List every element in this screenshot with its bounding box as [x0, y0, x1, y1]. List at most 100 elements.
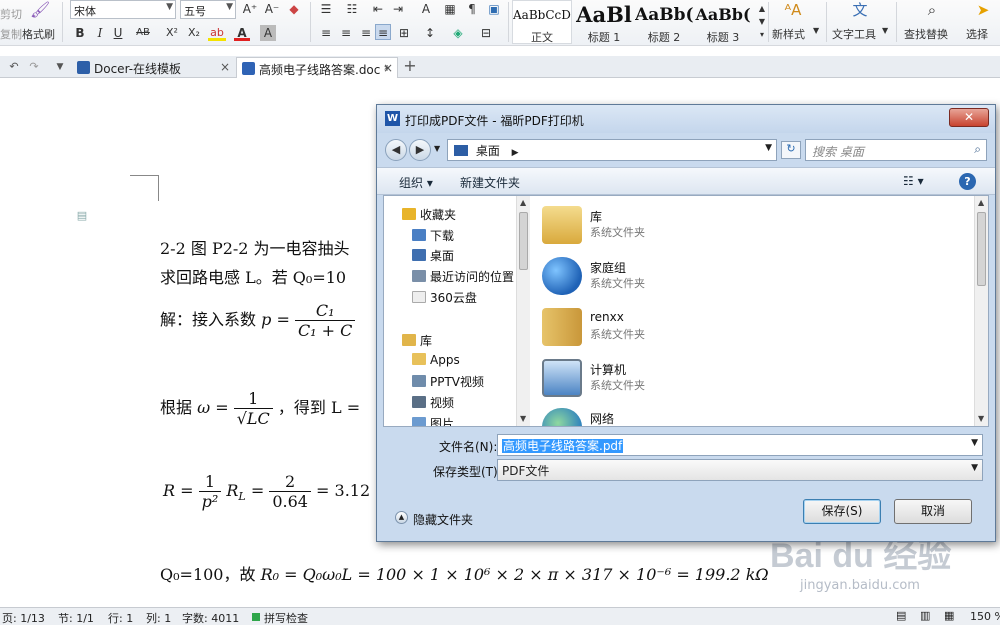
- view-options-icon[interactable]: ☷ ▾: [903, 174, 924, 188]
- tab-menu-chevron-icon[interactable]: ▼: [52, 59, 68, 75]
- chevron-up-icon[interactable]: ▲: [395, 511, 408, 524]
- style-heading-1[interactable]: AaBl 标题 1: [574, 0, 634, 44]
- nav-item-favorites[interactable]: 收藏夹: [402, 206, 456, 226]
- new-folder-button[interactable]: 新建文件夹: [460, 174, 520, 191]
- organize-button[interactable]: 组织 ▾: [399, 174, 433, 191]
- bullet-list-icon[interactable]: ☰: [318, 1, 334, 17]
- font-color-button[interactable]: A: [234, 25, 250, 41]
- chevron-down-icon[interactable]: ▼: [971, 438, 978, 448]
- nav-item-downloads[interactable]: 下载: [412, 227, 454, 247]
- shading-icon[interactable]: ◈: [450, 25, 466, 41]
- web-view-icon[interactable]: ▦: [944, 609, 954, 622]
- justify-icon[interactable]: ≡: [375, 24, 391, 40]
- scroll-up-icon[interactable]: ▲: [520, 198, 526, 207]
- align-right-icon[interactable]: ≡: [358, 25, 374, 41]
- grow-font-button[interactable]: A⁺: [242, 1, 258, 17]
- scroll-down-icon[interactable]: ▼: [978, 414, 984, 423]
- dialog-title-bar[interactable]: W 打印成PDF文件 - 福昕PDF打印机 ✕: [377, 105, 995, 133]
- help-icon[interactable]: ?: [959, 173, 976, 190]
- find-replace-button[interactable]: 查找替换: [904, 26, 948, 42]
- close-tab-icon[interactable]: ×: [383, 61, 393, 75]
- scroll-up-icon[interactable]: ▲: [978, 198, 984, 207]
- tab-docer-templates[interactable]: Docer-在线模板 ×: [72, 57, 234, 78]
- number-list-icon[interactable]: ☷: [344, 1, 360, 17]
- nav-item-360-cloud[interactable]: 360云盘: [412, 289, 477, 309]
- list-item[interactable]: renxx 系统文件夹: [542, 304, 842, 354]
- filetype-select[interactable]: PDF文件 ▼: [497, 459, 983, 481]
- frame-icon[interactable]: ▣: [486, 1, 502, 17]
- list-item[interactable]: 计算机 系统文件夹: [542, 355, 842, 405]
- file-list-scrollbar[interactable]: ▲ ▼: [974, 196, 988, 426]
- spell-check-button[interactable]: 拼写检查: [264, 610, 308, 625]
- scroll-thumb[interactable]: [519, 212, 528, 270]
- text-tools-button[interactable]: 文字工具: [832, 26, 876, 42]
- copy-button[interactable]: 复制: [0, 26, 22, 42]
- underline-button[interactable]: U: [110, 25, 126, 41]
- nav-item-videos[interactable]: 视频: [412, 394, 454, 414]
- zoom-level[interactable]: 150 %: [970, 610, 1000, 623]
- select-button[interactable]: 选择: [966, 26, 988, 42]
- borders-icon[interactable]: ⊟: [478, 25, 494, 41]
- back-icon[interactable]: ↶: [6, 59, 22, 75]
- shrink-font-button[interactable]: A⁻: [264, 1, 280, 17]
- close-tab-icon[interactable]: ×: [220, 60, 230, 74]
- nav-item-recent-places[interactable]: 最近访问的位置: [412, 268, 514, 288]
- line-spacing-icon[interactable]: ↕: [422, 25, 438, 41]
- strikethrough-button[interactable]: AB: [132, 25, 154, 41]
- nav-item-pictures[interactable]: 图片: [412, 415, 454, 426]
- cut-button[interactable]: 剪切: [0, 6, 22, 22]
- cancel-button[interactable]: 取消: [894, 499, 972, 524]
- format-painter-button[interactable]: 格式刷: [22, 26, 55, 42]
- search-icon[interactable]: ⌕: [974, 142, 981, 157]
- font-family-select[interactable]: 宋体 ▼: [70, 0, 176, 19]
- nav-item-apps[interactable]: Apps: [412, 353, 460, 373]
- nav-item-desktop[interactable]: 桌面: [412, 247, 454, 267]
- recent-locations-chevron-icon[interactable]: ▼: [434, 144, 440, 153]
- table-icon[interactable]: ▦: [442, 1, 458, 17]
- filename-input[interactable]: 高频电子线路答案.pdf ▼: [497, 434, 983, 456]
- nav-item-pptv[interactable]: PPTV视频: [412, 373, 484, 393]
- refresh-icon[interactable]: ↻: [781, 141, 801, 159]
- page-view-icon[interactable]: ▤: [896, 609, 906, 622]
- search-input[interactable]: 搜索 桌面 ⌕: [805, 139, 987, 161]
- indent-icon[interactable]: ⇥: [390, 1, 406, 17]
- address-segment[interactable]: 桌面: [476, 144, 500, 158]
- style-heading-2[interactable]: AaBb( 标题 2: [634, 0, 694, 44]
- nav-scrollbar[interactable]: ▲ ▼: [516, 196, 530, 426]
- align-left-icon[interactable]: ≡: [318, 25, 334, 41]
- new-tab-button[interactable]: +: [402, 58, 418, 74]
- subscript-button[interactable]: X₂: [184, 25, 204, 41]
- font-size-select[interactable]: 五号 ▼: [180, 0, 236, 19]
- forward-icon[interactable]: ↷: [26, 59, 42, 75]
- back-button[interactable]: ◀: [385, 139, 407, 161]
- status-page[interactable]: 页: 1/13: [2, 610, 45, 625]
- style-heading-3[interactable]: AaBb( 标题 3: [694, 0, 752, 44]
- superscript-button[interactable]: X²: [162, 25, 182, 41]
- list-item[interactable]: 库 系统文件夹: [542, 202, 842, 252]
- chevron-down-icon[interactable]: ▼: [971, 463, 978, 473]
- show-marks-icon[interactable]: ¶: [464, 1, 480, 17]
- new-style-button[interactable]: 新样式: [772, 26, 805, 42]
- scroll-thumb[interactable]: [977, 212, 986, 286]
- outline-view-icon[interactable]: ▥: [920, 609, 930, 622]
- forward-button[interactable]: ▶: [409, 139, 431, 161]
- italic-button[interactable]: I: [92, 25, 108, 41]
- text-direction-icon[interactable]: A: [418, 1, 434, 17]
- scroll-down-icon[interactable]: ▼: [520, 414, 526, 423]
- address-breadcrumb[interactable]: 桌面 ▶ ▼: [447, 139, 777, 161]
- list-item[interactable]: 网络: [542, 404, 842, 426]
- outdent-icon[interactable]: ⇤: [370, 1, 386, 17]
- hide-folders-button[interactable]: 隐藏文件夹: [413, 511, 473, 528]
- status-word-count[interactable]: 字数: 4011: [182, 610, 239, 625]
- paragraph-options-icon[interactable]: ▤: [74, 208, 90, 224]
- tab-current-document[interactable]: 高频电子线路答案.doc * ×: [236, 57, 398, 78]
- dialog-close-button[interactable]: ✕: [949, 108, 989, 127]
- distribute-icon[interactable]: ⊞: [396, 25, 412, 41]
- char-shading-button[interactable]: A: [260, 25, 276, 41]
- list-item[interactable]: 家庭组 系统文件夹: [542, 253, 842, 303]
- chevron-down-icon[interactable]: ▼: [765, 143, 772, 153]
- align-center-icon[interactable]: ≡: [338, 25, 354, 41]
- clear-format-icon[interactable]: ◆: [286, 1, 302, 17]
- highlight-button[interactable]: ab: [208, 25, 226, 41]
- chevron-right-icon[interactable]: ▶: [512, 148, 519, 158]
